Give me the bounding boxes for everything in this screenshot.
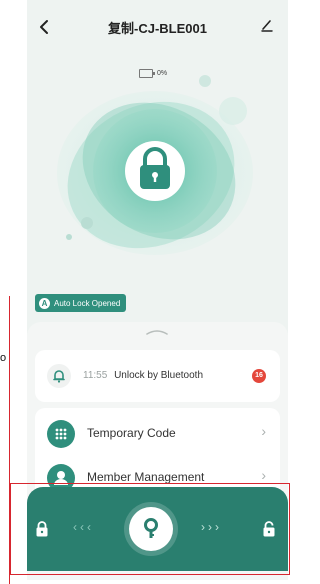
selection-highlight-frame — [10, 483, 290, 575]
bubble-bottom-left — [66, 234, 72, 240]
log-count-badge: 16 — [252, 369, 266, 383]
sheet-handle-icon[interactable] — [145, 329, 169, 335]
bubble-top-right — [199, 75, 211, 87]
bell-icon-wrap — [47, 364, 71, 388]
log-entry: 11:55 Unlock by Bluetooth — [83, 370, 203, 381]
page-title: 复制-CJ-BLE001 — [108, 21, 207, 36]
side-glyph: o — [0, 352, 7, 364]
auto-lock-label: Auto Lock Opened — [54, 298, 121, 308]
chevron-right-icon: › — [261, 423, 266, 439]
lock-graphic — [57, 75, 253, 255]
edit-button[interactable] — [260, 18, 278, 36]
keypad-icon — [47, 420, 75, 448]
bubble-right — [219, 97, 247, 125]
chevron-right-icon: › — [261, 467, 266, 483]
log-time: 11:55 — [83, 370, 108, 381]
unlock-log-card[interactable]: 11:55 Unlock by Bluetooth 16 — [35, 350, 280, 402]
auto-lock-icon: A — [39, 297, 50, 309]
header: 复制-CJ-BLE001 — [27, 0, 288, 52]
pencil-icon — [261, 20, 273, 32]
log-description: Unlock by Bluetooth — [114, 370, 204, 381]
bubble-left — [81, 217, 93, 229]
menu-item-label: Member Management — [87, 470, 205, 484]
menu-item-temporary-code[interactable]: Temporary Code › — [35, 412, 280, 456]
menu-item-label: Temporary Code — [87, 426, 176, 440]
bell-icon — [53, 370, 65, 383]
auto-lock-badge: A Auto Lock Opened — [35, 294, 127, 312]
